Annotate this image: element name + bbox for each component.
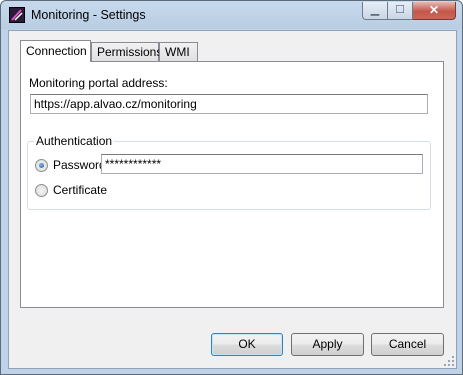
- tab-label: Permissions: [97, 45, 163, 59]
- ok-button[interactable]: OK: [211, 333, 283, 356]
- resize-grip-icon[interactable]: [444, 356, 454, 366]
- password-radio-label[interactable]: Password: [53, 158, 106, 172]
- caption-buttons: ▁ ☐ ✕: [362, 2, 456, 21]
- authentication-group-title: Authentication: [34, 134, 115, 148]
- certificate-radio-label[interactable]: Certificate: [53, 183, 107, 197]
- maximize-button[interactable]: ☐: [388, 2, 413, 20]
- portal-address-label: Monitoring portal address:: [29, 76, 168, 90]
- portal-address-input[interactable]: https://app.alvao.cz/monitoring: [30, 94, 428, 114]
- connection-tab-panel: Monitoring portal address: https://app.a…: [20, 61, 444, 308]
- password-radio[interactable]: [35, 159, 48, 172]
- dialog-client-area: Connection Permissions WMI Monitoring po…: [8, 30, 457, 369]
- close-icon: ✕: [428, 3, 440, 17]
- window-title: Monitoring - Settings: [31, 8, 146, 22]
- password-input[interactable]: ************: [101, 154, 423, 174]
- settings-window: Monitoring - Settings ▁ ☐ ✕ Connection P…: [0, 0, 463, 375]
- minimize-button[interactable]: ▁: [362, 2, 388, 20]
- radio-selected-dot: [39, 163, 44, 168]
- apply-button[interactable]: Apply: [291, 333, 364, 356]
- authentication-group: Authentication Password ************ Cer…: [27, 134, 431, 210]
- tab-wmi[interactable]: WMI: [159, 42, 198, 61]
- minimize-icon: ▁: [370, 4, 380, 16]
- tab-label: Connection: [26, 44, 87, 58]
- cancel-button[interactable]: Cancel: [371, 333, 444, 356]
- title-bar[interactable]: Monitoring - Settings ▁ ☐ ✕: [1, 1, 462, 30]
- tab-label: WMI: [165, 45, 190, 59]
- tab-connection[interactable]: Connection: [20, 40, 91, 62]
- tab-permissions[interactable]: Permissions: [91, 42, 163, 61]
- app-icon[interactable]: [9, 7, 25, 23]
- close-button[interactable]: ✕: [413, 2, 456, 20]
- maximize-icon: ☐: [395, 4, 405, 16]
- certificate-radio[interactable]: [35, 184, 48, 197]
